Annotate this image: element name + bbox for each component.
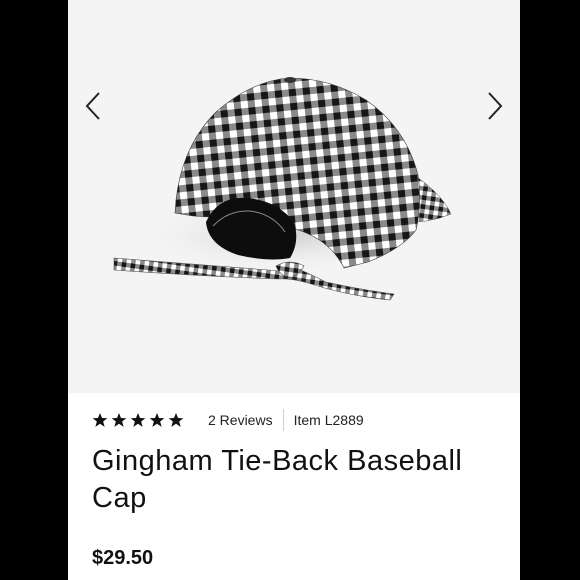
item-number: Item L2889: [293, 412, 364, 428]
star-rating[interactable]: [92, 412, 184, 428]
reviews-link[interactable]: 2 Reviews: [208, 412, 273, 428]
product-title: Gingham Tie-Back Baseball Cap: [92, 445, 463, 514]
product-meta-row: 2 Reviews Item L2889: [92, 409, 364, 431]
star-icon: [92, 413, 108, 427]
star-icon: [168, 413, 184, 427]
divider: [282, 409, 284, 431]
chevron-right-icon: [488, 92, 503, 120]
product-price: $29.50: [92, 547, 154, 569]
previous-image-button[interactable]: [78, 88, 108, 124]
star-icon: [149, 413, 165, 427]
product-screen: 2 Reviews Item L2889 Gingham Tie-Back Ba…: [68, 0, 520, 580]
star-icon: [130, 413, 146, 427]
chevron-left-icon: [85, 92, 100, 120]
next-image-button[interactable]: [480, 88, 510, 124]
star-icon: [111, 413, 127, 427]
product-image-carousel[interactable]: [68, 0, 520, 393]
product-image: [113, 77, 452, 301]
